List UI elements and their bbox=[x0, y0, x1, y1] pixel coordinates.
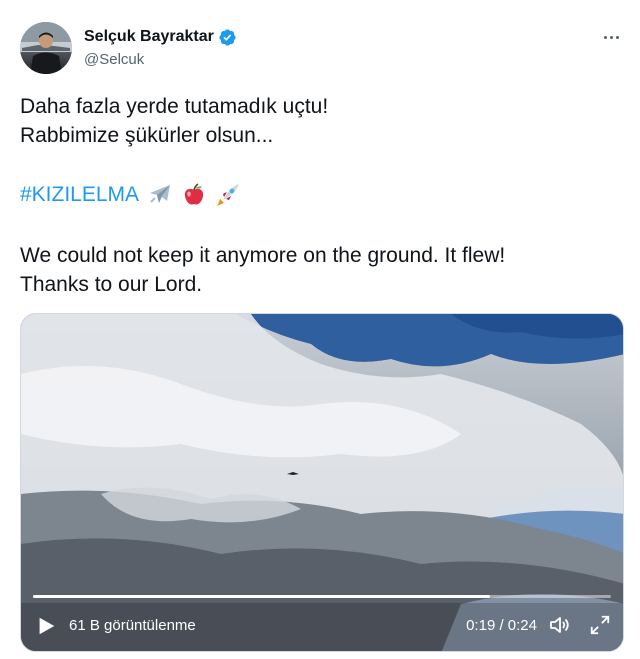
tweet-line-1: Daha fazla yerde tutamadık uçtu! bbox=[20, 95, 329, 118]
red-apple-emoji-icon bbox=[181, 182, 207, 208]
video-controls: 61 B görüntülenme 0:19 / 0:24 bbox=[21, 601, 623, 651]
tweet-text-english: We could not keep it anymore on the grou… bbox=[20, 241, 620, 299]
video-player[interactable]: 61 B görüntülenme 0:19 / 0:24 bbox=[20, 313, 624, 652]
video-progress-bar[interactable] bbox=[33, 595, 611, 598]
play-icon[interactable] bbox=[35, 615, 57, 637]
view-count: 61 B görüntülenme bbox=[69, 617, 196, 634]
tweet-en-line-1: We could not keep it anymore on the grou… bbox=[20, 244, 506, 267]
verified-badge-icon bbox=[218, 28, 237, 47]
tweet-text-turkish: Daha fazla yerde tutamadık uçtu! Rabbimi… bbox=[20, 92, 620, 150]
tweet-en-line-2: Thanks to our Lord. bbox=[20, 273, 203, 296]
tweet-line-2: Rabbimize şükürler olsun... bbox=[20, 124, 274, 147]
author-info: Selçuk Bayraktar @Selcuk bbox=[84, 26, 237, 68]
more-options-icon[interactable] bbox=[600, 26, 622, 48]
avatar-photo bbox=[20, 22, 72, 74]
author-display-name[interactable]: Selçuk Bayraktar bbox=[84, 28, 214, 46]
author-handle[interactable]: @Selcuk bbox=[84, 51, 237, 68]
video-progress-fill bbox=[33, 595, 490, 598]
rocket-emoji-icon bbox=[215, 182, 241, 208]
video-time: 0:19 / 0:24 bbox=[466, 617, 537, 634]
volume-icon[interactable] bbox=[547, 613, 571, 637]
fullscreen-icon[interactable] bbox=[589, 614, 611, 636]
avatar[interactable] bbox=[20, 22, 72, 74]
hashtag-link[interactable]: #KIZILELMA bbox=[20, 180, 139, 209]
hashtag-line: #KIZILELMA bbox=[20, 180, 241, 209]
tweet-header: Selçuk Bayraktar @Selcuk bbox=[20, 22, 628, 74]
airplane-emoji-icon bbox=[147, 182, 173, 208]
